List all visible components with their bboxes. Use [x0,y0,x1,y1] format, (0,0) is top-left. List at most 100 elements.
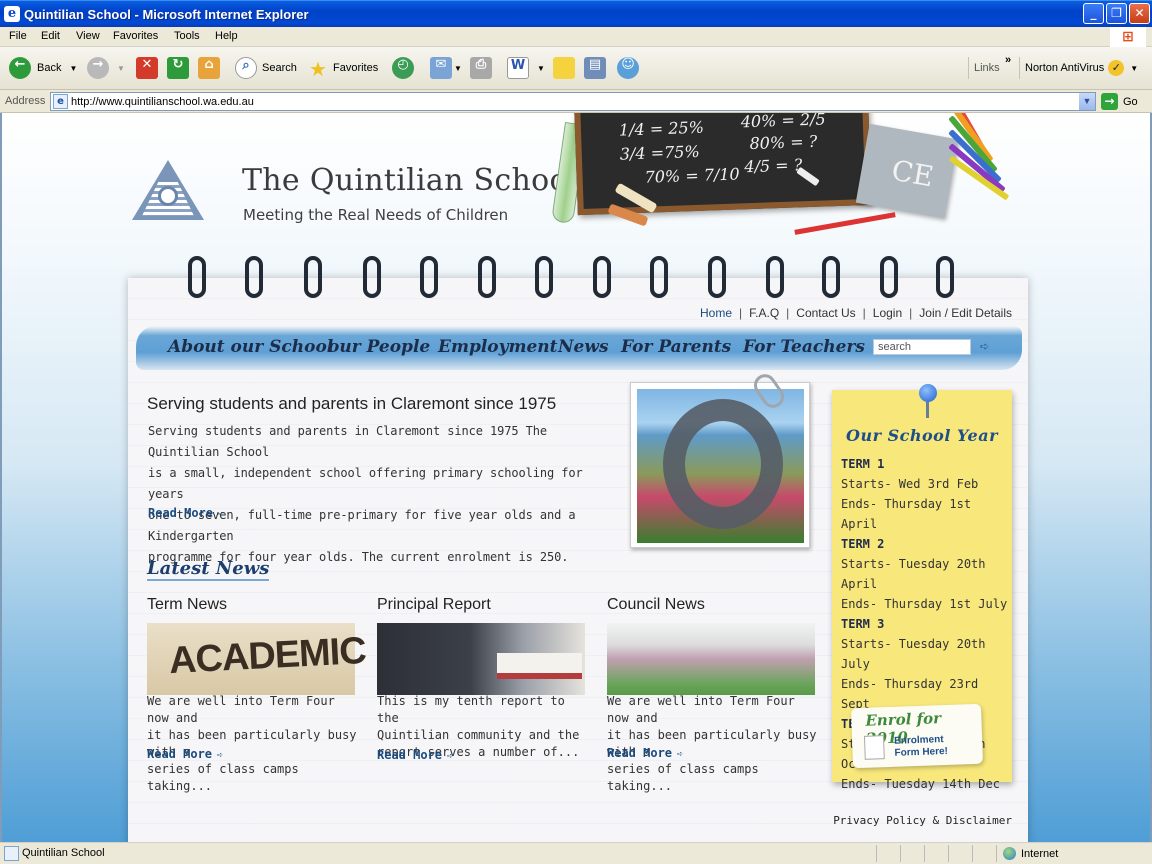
status-divider [948,845,949,862]
mail-button[interactable]: ✉ ▼ [430,57,462,79]
chevron-down-icon[interactable]: ▼ [69,64,77,73]
page-viewport: The Quintilian School Meeting the Real N… [0,113,1152,842]
chevron-down-icon[interactable]: ▼ [454,64,462,73]
edit-button[interactable]: W ▼ [507,57,545,79]
enrol-form-line: Form Here! [894,745,949,759]
chevron-right-icon[interactable]: » [1005,49,1011,71]
favorites-button[interactable]: ★ Favorites [307,57,379,81]
link-join[interactable]: Join / Edit Details [919,306,1012,320]
history-icon: ◴ [392,57,414,79]
school-name[interactable]: The Quintilian School [242,163,578,198]
pushpin-icon [919,384,937,402]
school-year-title: Our School Year [846,426,998,445]
title-bar: e Quintilian School - Microsoft Internet… [0,0,1152,27]
spiral-ring [822,256,840,298]
menu-help[interactable]: Help [215,30,238,42]
site-search-input[interactable]: search [873,339,971,355]
chevron-down-icon[interactable]: ▼ [1079,93,1095,110]
menu-edit[interactable]: Edit [41,30,60,42]
link-contact-us[interactable]: Contact Us [796,306,855,320]
link-login[interactable]: Login [873,306,902,320]
news-title[interactable]: Term News [147,596,357,614]
news-title[interactable]: Principal Report [377,596,587,614]
maximize-button[interactable]: ❐ [1106,3,1127,24]
back-button[interactable]: ← Back ▼ [9,57,77,79]
note-icon [553,57,575,79]
intro-text: Serving students and parents in Claremon… [148,421,598,568]
news-read-more-link[interactable]: Read More ➪ [607,746,683,760]
students-photo [630,382,810,548]
menu-file[interactable]: File [9,30,27,42]
refresh-button[interactable]: ↻ [167,57,189,79]
news-excerpt: We are well into Term Four now and it ha… [147,693,361,795]
menu-view[interactable]: View [76,30,100,42]
nav-for-parents[interactable]: For Parents [621,337,731,357]
chalk-text: 80% = ? [749,131,818,154]
norton-button[interactable]: Norton AntiVirus ✓ ▼ [1019,57,1138,79]
news-read-more-link[interactable]: Read More ➪ [377,748,453,762]
link-faq[interactable]: F.A.Q [749,306,779,320]
council-group-photo [607,623,815,695]
intro-read-more-link[interactable]: Read More ➪ [148,506,224,520]
read-more-label: Read More [607,746,673,760]
favorites-label: Favorites [333,62,379,74]
menu-favorites[interactable]: Favorites [113,30,158,42]
sculpture-ring [663,399,783,529]
excerpt-line: This is my tenth report to the [377,694,565,725]
home-button[interactable]: ⌂ [198,57,220,79]
nav-our-people[interactable]: our People [328,337,430,357]
norton-label: Norton AntiVirus [1025,62,1105,74]
close-button[interactable]: ✕ [1129,3,1150,24]
news-title[interactable]: Council News [607,596,817,614]
school-year-note: Our School Year TERM 1 Starts- Wed 3rd F… [832,384,1012,791]
nav-employment[interactable]: Employment [438,337,558,357]
intro-heading: Serving students and parents in Claremon… [147,394,557,413]
chevron-down-icon[interactable]: ▼ [537,64,545,73]
minimize-button[interactable]: _ [1083,3,1104,24]
chevron-down-icon[interactable]: ▼ [1130,64,1138,73]
address-field[interactable]: e http://www.quintilianschool.wa.edu.au … [50,92,1096,111]
page-icon: e [53,94,68,109]
excerpt-line: We are well into Term Four now and [147,694,335,725]
nav-about-our-school[interactable]: About our School [168,337,333,357]
go-button[interactable]: → Go [1101,93,1138,110]
intro-line: is a small, independent school offering … [148,466,583,501]
refresh-icon: ↻ [167,57,189,79]
stop-button[interactable]: ✕ [136,57,158,79]
privacy-policy-link[interactable]: Privacy Policy & Disclaimer [833,814,1012,827]
term-name: TERM 2 [841,537,885,551]
spiral-ring [936,256,954,298]
logo-circle [158,186,178,206]
messenger-icon: ☺ [617,57,639,79]
spiral-ring [420,256,438,298]
term-name: TERM 1 [841,457,885,471]
discuss-button[interactable] [553,57,575,79]
menu-tools[interactable]: Tools [174,30,200,42]
term-name: TERM 3 [841,617,885,631]
print-button[interactable]: ⎙ [470,57,492,79]
spiral-ring [593,256,611,298]
nav-for-teachers[interactable]: For Teachers [743,337,865,357]
search-button[interactable]: ⌕ Search [235,57,297,79]
address-url[interactable]: http://www.quintilianschool.wa.edu.au [71,96,254,108]
chalkboard-decoration: 1/4 = 25% 40% = 2/5 3/4 =75% 80% = ? 70%… [574,113,872,216]
forward-button[interactable]: → ▼ [87,57,125,79]
school-tagline: Meeting the Real Needs of Children [243,206,509,224]
history-button[interactable]: ◴ [392,57,414,79]
enrol-form-button[interactable]: Enrol for 2010 Enrolment Form Here! [850,703,984,769]
nav-news[interactable]: News [558,337,609,357]
page-icon [4,846,19,861]
links-label[interactable]: Links [968,57,1000,79]
link-home[interactable]: Home [700,306,732,320]
academic-image: ACADEMIC [147,623,367,695]
messenger-button[interactable]: ☺ [617,57,639,79]
term-end: Ends- Thursday 1st July [841,597,1008,611]
spiral-ring [880,256,898,298]
globe-icon [1003,847,1016,860]
chevron-down-icon[interactable]: ▼ [117,64,125,73]
spiral-ring [650,256,668,298]
research-button[interactable]: ▤ [584,57,606,79]
news-read-more-link[interactable]: Read More ➪ [147,747,223,761]
search-go-icon[interactable]: ➪ [980,340,989,353]
status-text: Quintilian School [22,847,105,859]
